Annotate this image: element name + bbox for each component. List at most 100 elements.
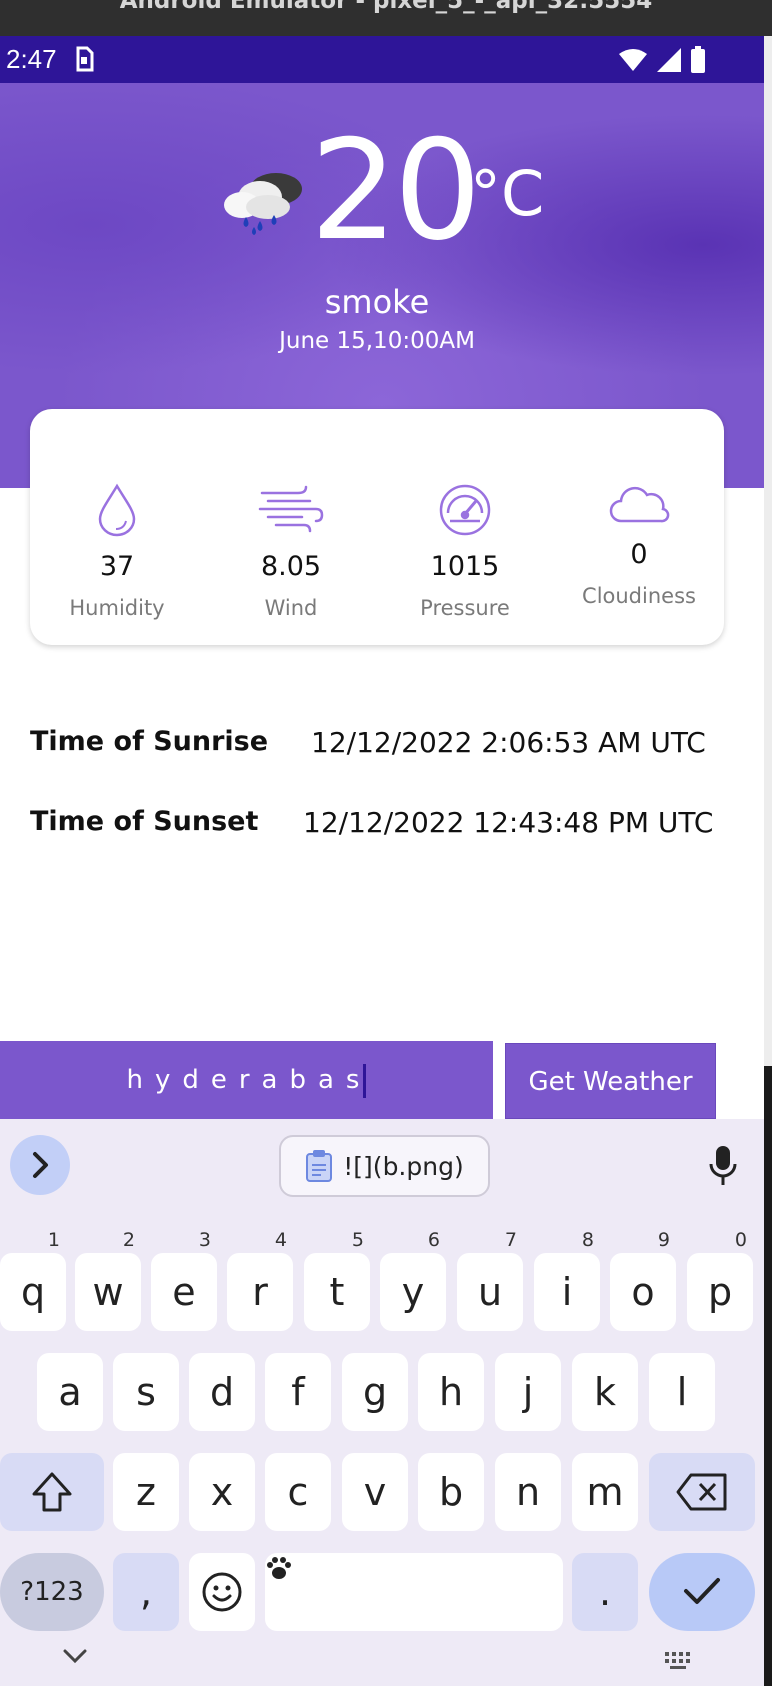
key-a[interactable]: a: [37, 1353, 103, 1431]
key-e[interactable]: e3: [151, 1231, 217, 1331]
temperature-unit: °C: [470, 157, 545, 230]
droplet-icon: [30, 483, 204, 541]
wifi-icon: [618, 48, 648, 76]
key-c[interactable]: c: [265, 1453, 331, 1531]
text-caret: [363, 1063, 367, 1098]
stat-wind: 8.05 Wind: [204, 483, 378, 620]
key-q-label: q: [20, 1270, 46, 1314]
toolbar-expand-button[interactable]: [10, 1135, 70, 1195]
key-h[interactable]: h: [418, 1353, 484, 1431]
key-r-label: r: [252, 1270, 268, 1314]
status-bar: 2:47: [0, 36, 764, 83]
key-x[interactable]: x: [189, 1453, 255, 1531]
key-q-hint: 1: [47, 1229, 60, 1251]
humidity-label: Humidity: [69, 596, 165, 620]
key-k[interactable]: k: [572, 1353, 638, 1431]
paw-icon: [267, 1557, 291, 1579]
status-icons: [618, 46, 706, 78]
period-key[interactable]: .: [572, 1553, 638, 1631]
weather-date-time: June 15,10:00AM: [279, 328, 475, 354]
key-p[interactable]: p0: [687, 1231, 753, 1331]
key-p-label: p: [707, 1270, 733, 1314]
pressure-label: Pressure: [420, 596, 510, 620]
key-o[interactable]: o9: [610, 1231, 676, 1331]
key-e-label: e: [172, 1270, 196, 1314]
emulator-side-frame-dark: [764, 1066, 772, 1686]
key-u[interactable]: u7: [457, 1231, 523, 1331]
pressure-value: 1015: [430, 551, 500, 582]
stat-humidity: 37 Humidity: [30, 483, 204, 620]
key-o-label: o: [631, 1270, 655, 1314]
enter-key[interactable]: [649, 1553, 755, 1631]
soft-keyboard: ![](b.png) q1 w2 e3 r4 t5 y6 u7 i8 o9 p0…: [0, 1119, 764, 1686]
key-y-label: y: [401, 1270, 425, 1314]
city-search-input[interactable]: hyderabas: [0, 1041, 493, 1119]
key-j[interactable]: j: [495, 1353, 561, 1431]
key-m[interactable]: m: [572, 1453, 638, 1531]
key-t-label: t: [329, 1270, 345, 1314]
symbols-key[interactable]: ?123: [0, 1553, 104, 1631]
clipboard-icon: [306, 1150, 333, 1182]
shift-arrow-icon: [32, 1472, 72, 1512]
key-e-hint: 3: [198, 1229, 211, 1251]
humidity-value: 37: [99, 551, 135, 582]
key-g[interactable]: g: [342, 1353, 408, 1431]
key-p-hint: 0: [734, 1229, 747, 1251]
cloudiness-value: 0: [630, 539, 648, 570]
checkmark-icon: [684, 1578, 720, 1604]
key-i-hint: 8: [581, 1229, 594, 1251]
stat-cloudiness: 0 Cloudiness: [552, 483, 726, 608]
backspace-icon: [676, 1473, 727, 1511]
shift-key[interactable]: [0, 1453, 104, 1531]
cloudiness-label: Cloudiness: [582, 584, 696, 608]
keyboard-switch-icon[interactable]: [664, 1651, 696, 1675]
sunrise-label: Time of Sunrise: [30, 726, 269, 757]
key-t[interactable]: t5: [304, 1231, 370, 1331]
key-r[interactable]: r4: [227, 1231, 293, 1331]
space-key[interactable]: [265, 1553, 563, 1631]
weather-stats-card: 37 Humidity 8.05 Wind 1015 Pressure 0 Cl…: [30, 409, 724, 645]
emulator-title-bar: Android Emulator - pixel_5_-_api_32:5554: [0, 0, 772, 36]
key-f[interactable]: f: [265, 1353, 331, 1431]
key-i[interactable]: i8: [534, 1231, 600, 1331]
comma-key[interactable]: ,: [113, 1553, 179, 1631]
temperature-value: 20: [310, 110, 482, 271]
status-time: 2:47: [6, 44, 57, 74]
key-u-hint: 7: [504, 1229, 517, 1251]
emoji-key[interactable]: [189, 1553, 255, 1631]
key-y-hint: 6: [427, 1229, 440, 1251]
key-z[interactable]: z: [113, 1453, 179, 1531]
wind-icon: [204, 483, 378, 541]
wind-label: Wind: [264, 596, 318, 620]
key-o-hint: 9: [657, 1229, 670, 1251]
sunrise-value: 12/12/2022 2:06:53 AM UTC: [311, 726, 706, 759]
emoji-smiley-icon: [202, 1572, 242, 1612]
keyboard-hide-chevron-icon[interactable]: [62, 1647, 88, 1669]
emulator-side-frame: [764, 36, 772, 1686]
key-s[interactable]: s: [113, 1353, 179, 1431]
emulator-title: Android Emulator - pixel_5_-_api_32:5554: [119, 0, 653, 14]
chevron-right-icon: [33, 1152, 48, 1178]
key-y[interactable]: y6: [380, 1231, 446, 1331]
get-weather-button[interactable]: Get Weather: [505, 1043, 716, 1119]
key-w-label: w: [92, 1270, 124, 1314]
phone-screen: 2:47 20 °C smoke June 15,10:00AM 37 Humi…: [0, 36, 764, 1686]
key-q[interactable]: q1: [0, 1231, 66, 1331]
key-v[interactable]: v: [342, 1453, 408, 1531]
backspace-key[interactable]: [649, 1453, 755, 1531]
key-d[interactable]: d: [189, 1353, 255, 1431]
cloud-rain-icon: [220, 161, 310, 245]
key-w[interactable]: w2: [75, 1231, 141, 1331]
wind-value: 8.05: [260, 551, 322, 582]
clipboard-suggestion-chip[interactable]: ![](b.png): [279, 1135, 490, 1197]
city-search-value: hyderabas: [126, 1065, 372, 1095]
key-u-label: u: [477, 1270, 503, 1314]
key-r-hint: 4: [274, 1229, 287, 1251]
signal-icon: [656, 47, 682, 77]
key-t-hint: 5: [351, 1229, 364, 1251]
key-b[interactable]: b: [418, 1453, 484, 1531]
microphone-icon[interactable]: [708, 1145, 738, 1191]
key-n[interactable]: n: [495, 1453, 561, 1531]
sunset-label: Time of Sunset: [30, 806, 259, 837]
key-l[interactable]: l: [649, 1353, 715, 1431]
